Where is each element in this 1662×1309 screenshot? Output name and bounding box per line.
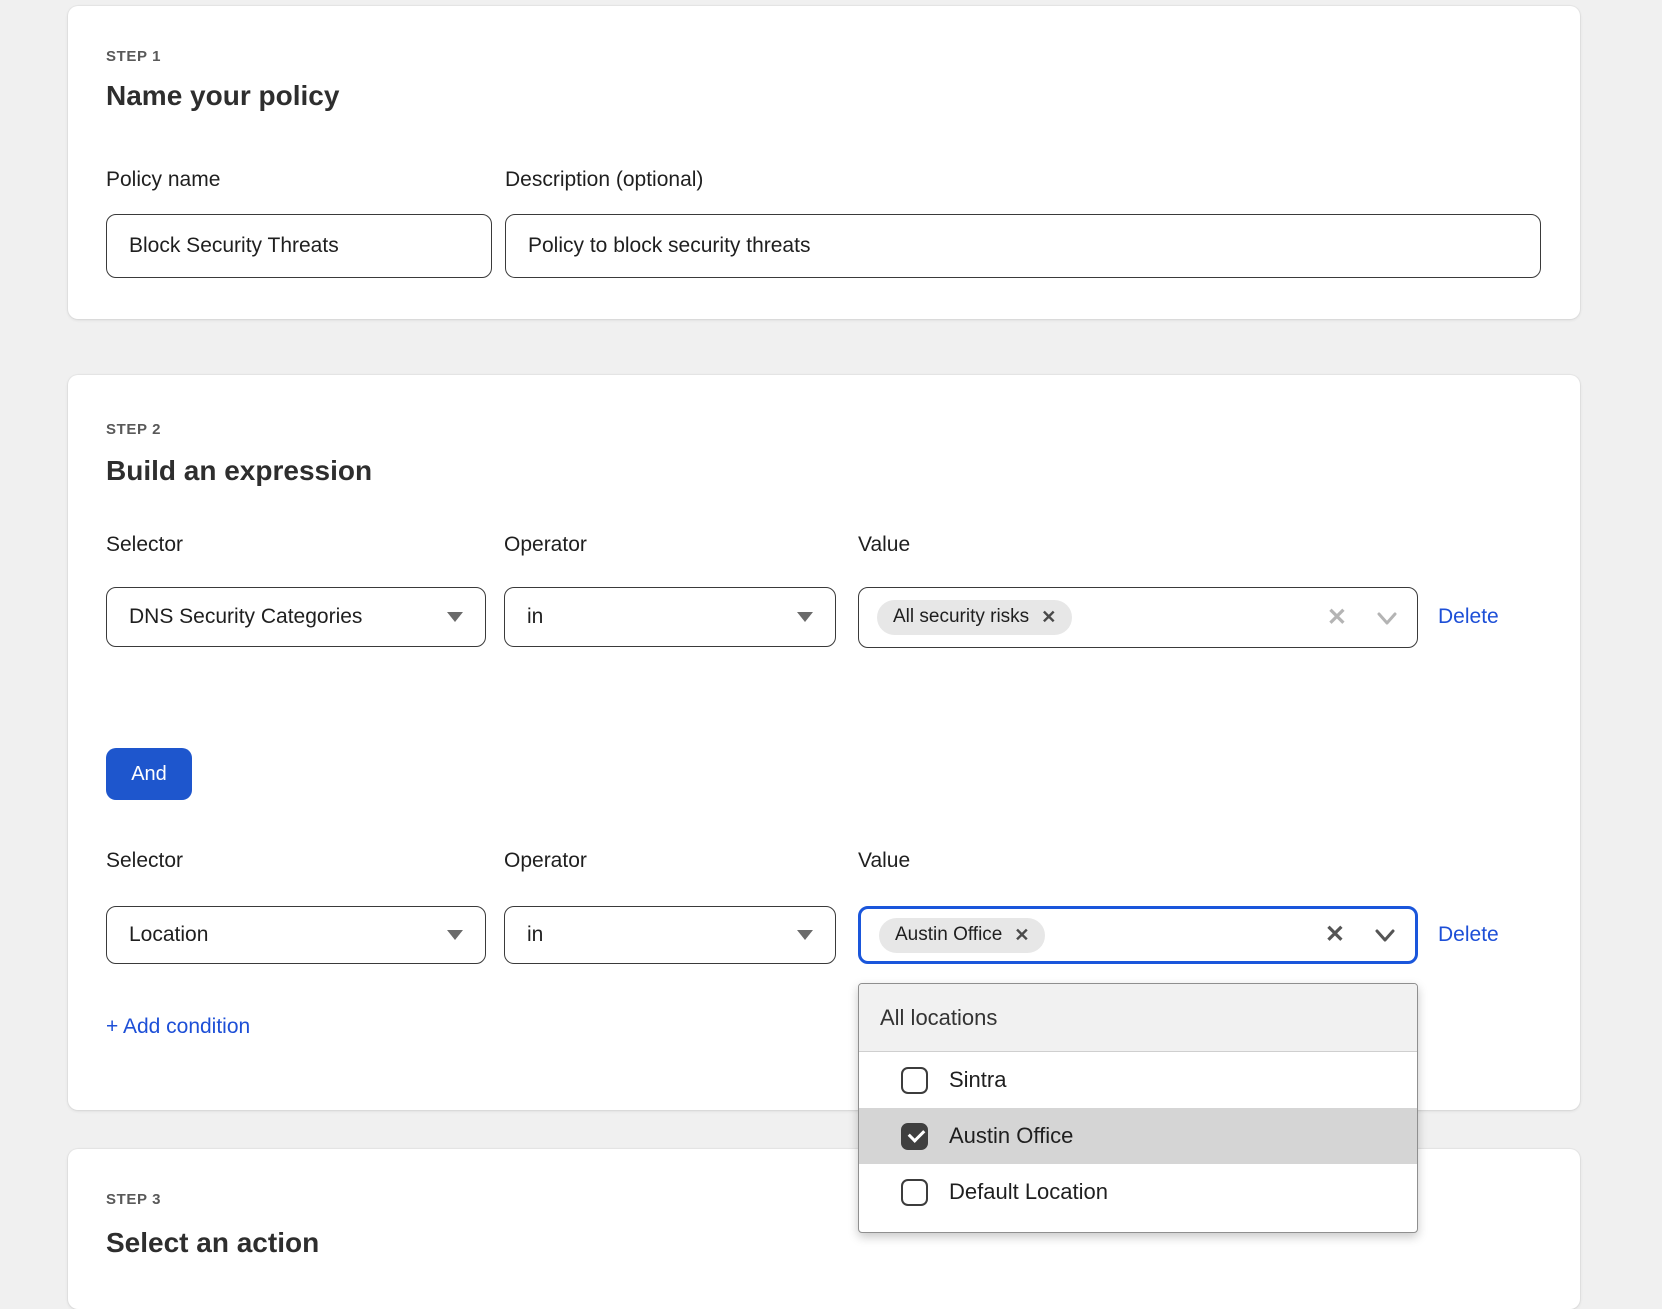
step2-title: Build an expression xyxy=(106,455,372,487)
row2-operator-label: Operator xyxy=(504,849,587,873)
policy-name-input[interactable]: Block Security Threats xyxy=(106,214,492,278)
dropdown-triangle-icon xyxy=(797,612,813,622)
dropdown-triangle-icon xyxy=(447,930,463,940)
row1-selector-value: DNS Security Categories xyxy=(129,605,447,629)
policy-name-label: Policy name xyxy=(106,168,220,192)
step3-title: Select an action xyxy=(106,1227,319,1259)
step1-card: STEP 1 Name your policy Policy name Bloc… xyxy=(68,6,1580,319)
dropdown-option-sintra[interactable]: Sintra xyxy=(859,1052,1417,1108)
policy-name-value: Block Security Threats xyxy=(129,234,339,258)
dropdown-option-all-locations[interactable]: All locations xyxy=(859,984,1417,1052)
row2-value-multiselect[interactable]: Austin Office ✕ ✕ xyxy=(858,906,1418,964)
dropdown-option-austin-office[interactable]: Austin Office xyxy=(859,1108,1417,1164)
add-condition-button[interactable]: + Add condition xyxy=(106,1015,250,1039)
checkbox-checked-icon[interactable] xyxy=(901,1123,928,1150)
location-dropdown-panel: All locations Sintra Austin Office Defau… xyxy=(858,983,1418,1233)
step1-title: Name your policy xyxy=(106,80,339,112)
row1-operator-label: Operator xyxy=(504,533,587,557)
dropdown-triangle-icon xyxy=(447,612,463,622)
row1-operator-dropdown[interactable]: in xyxy=(504,587,836,647)
row2-value-label: Value xyxy=(858,849,910,873)
dropdown-option-label: Default Location xyxy=(949,1179,1108,1205)
and-button[interactable]: And xyxy=(106,748,192,800)
row2-operator-dropdown[interactable]: in xyxy=(504,906,836,964)
clear-selection-icon[interactable]: ✕ xyxy=(1327,606,1347,630)
row2-value-tag-label: Austin Office xyxy=(895,924,1002,946)
dropdown-option-default-location[interactable]: Default Location xyxy=(859,1164,1417,1220)
chevron-down-icon[interactable] xyxy=(1373,923,1397,947)
step1-label: STEP 1 xyxy=(106,48,161,65)
row1-value-tag-label: All security risks xyxy=(893,606,1029,628)
chevron-down-icon[interactable] xyxy=(1375,606,1399,630)
dropdown-triangle-icon xyxy=(797,930,813,940)
description-value: Policy to block security threats xyxy=(528,234,810,258)
row1-value-label: Value xyxy=(858,533,910,557)
row1-selector-label: Selector xyxy=(106,533,183,557)
remove-tag-icon[interactable]: ✕ xyxy=(1014,926,1029,944)
row2-delete-button[interactable]: Delete xyxy=(1438,906,1499,964)
description-input[interactable]: Policy to block security threats xyxy=(505,214,1541,278)
row1-delete-button[interactable]: Delete xyxy=(1438,587,1499,647)
row2-value-tag: Austin Office ✕ xyxy=(879,918,1045,953)
checkbox-unchecked-icon[interactable] xyxy=(901,1067,928,1094)
remove-tag-icon[interactable]: ✕ xyxy=(1041,608,1056,626)
row2-selector-value: Location xyxy=(129,923,447,947)
checkbox-unchecked-icon[interactable] xyxy=(901,1179,928,1206)
step2-label: STEP 2 xyxy=(106,421,161,438)
row1-selector-dropdown[interactable]: DNS Security Categories xyxy=(106,587,486,647)
clear-selection-icon[interactable]: ✕ xyxy=(1325,923,1345,947)
dropdown-option-label: Austin Office xyxy=(949,1123,1073,1149)
description-label: Description (optional) xyxy=(505,168,703,192)
row1-value-tag: All security risks ✕ xyxy=(877,600,1072,635)
row1-value-multiselect[interactable]: All security risks ✕ ✕ xyxy=(858,587,1418,648)
row1-operator-value: in xyxy=(527,605,797,629)
row2-selector-dropdown[interactable]: Location xyxy=(106,906,486,964)
dropdown-option-label: Sintra xyxy=(949,1067,1006,1093)
row2-selector-label: Selector xyxy=(106,849,183,873)
row2-operator-value: in xyxy=(527,923,797,947)
step3-label: STEP 3 xyxy=(106,1191,161,1208)
